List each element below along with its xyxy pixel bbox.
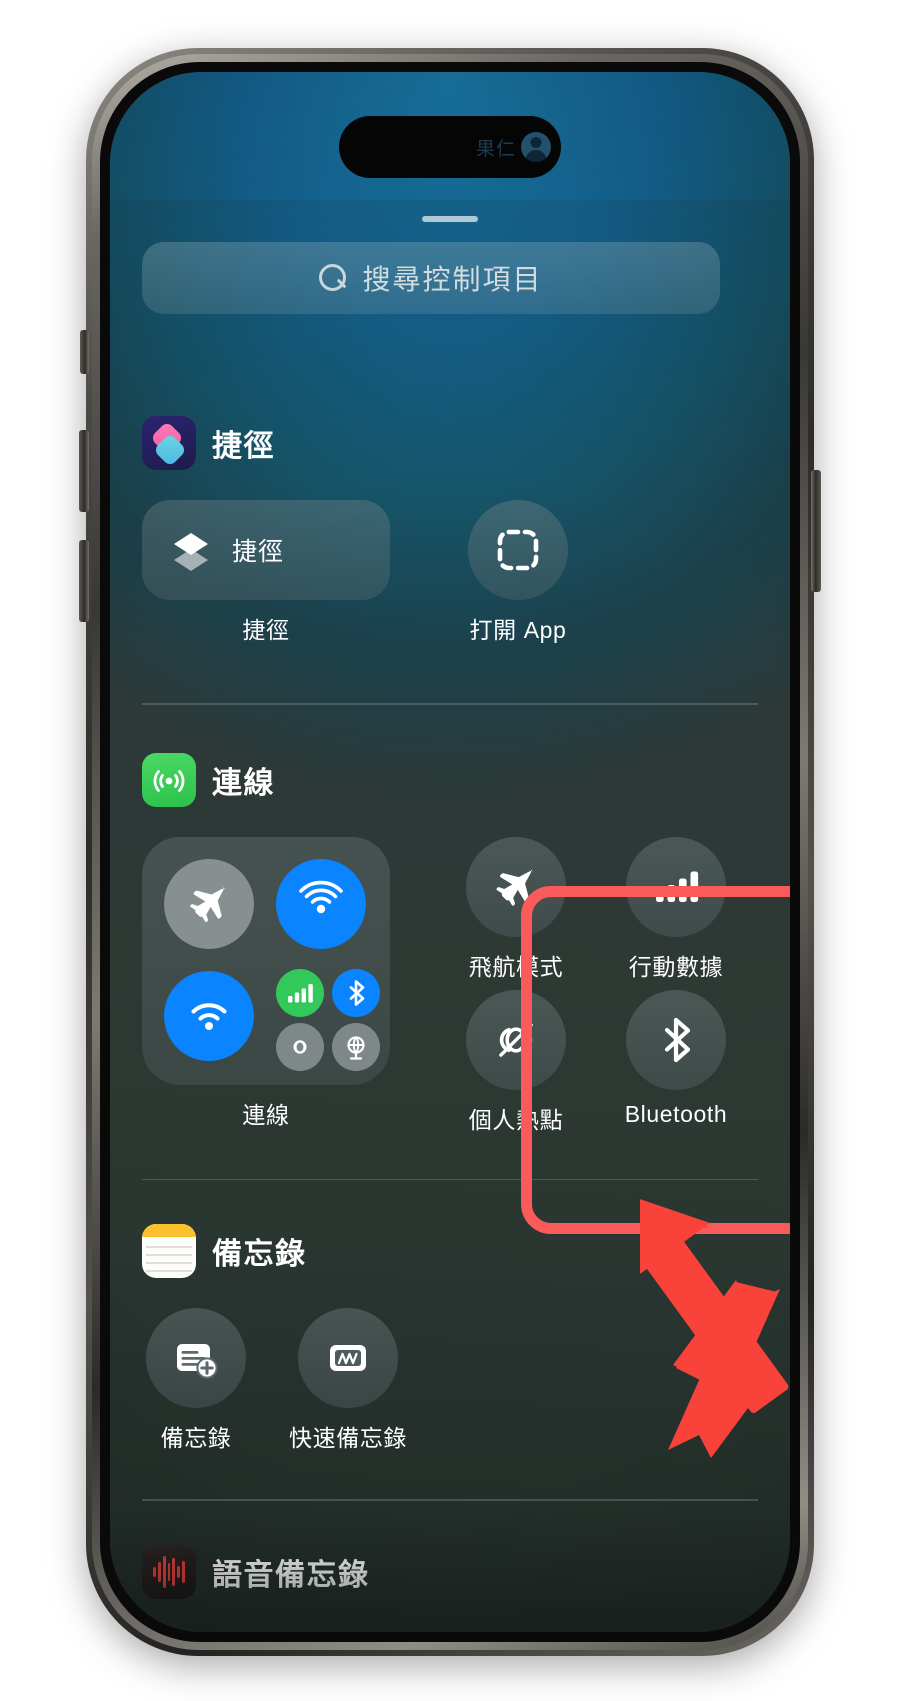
control-bluetooth-label: Bluetooth xyxy=(624,1100,728,1127)
pod-wifi-toggle[interactable] xyxy=(164,970,254,1061)
sheet-grabber[interactable] xyxy=(422,216,478,222)
control-open-app[interactable]: 打開 App xyxy=(464,500,572,645)
bluetooth-icon xyxy=(664,1017,691,1062)
annotation-arrow xyxy=(640,1192,789,1458)
dynamic-island: 果仁 xyxy=(339,116,561,178)
globe-vpn-icon xyxy=(347,1035,365,1060)
connectivity-individual-controls: 飛航模式 行動數據 個人熱點 Bluetooth xyxy=(448,836,744,1135)
connectivity-app-icon xyxy=(142,752,196,807)
shortcuts-stack-icon xyxy=(174,533,208,571)
control-quick-note-button[interactable] xyxy=(298,1308,398,1408)
hotspot-link-icon xyxy=(293,1039,307,1054)
power-button[interactable] xyxy=(811,470,821,592)
section-title-voice-memos: 語音備忘錄 xyxy=(212,1558,370,1592)
volume-up-button[interactable] xyxy=(79,430,89,512)
control-bluetooth-button[interactable] xyxy=(626,989,726,1090)
quick-note-icon xyxy=(330,1345,366,1371)
section-title-notes: 備忘錄 xyxy=(212,1238,307,1271)
control-open-app-button[interactable] xyxy=(468,500,568,600)
search-icon xyxy=(319,263,348,293)
airplane-icon xyxy=(190,886,226,922)
airdrop-icon xyxy=(299,880,343,913)
shortcuts-app-icon xyxy=(142,416,196,470)
control-new-note-button[interactable] xyxy=(146,1308,246,1408)
control-airplane-mode-button[interactable] xyxy=(466,836,566,937)
search-controls-field[interactable]: 搜尋控制項目 xyxy=(142,242,720,314)
control-cellular-data[interactable]: 行動數據 xyxy=(622,836,730,982)
control-cellular-data-label: 行動數據 xyxy=(628,953,724,980)
hotspot-link-slash-icon xyxy=(499,1022,533,1057)
pod-vpn-toggle[interactable] xyxy=(332,1022,380,1071)
divider-3 xyxy=(142,1499,758,1501)
notes-app-icon xyxy=(142,1224,196,1278)
control-open-app-label: 打開 App xyxy=(469,617,567,643)
pod-airplane-toggle[interactable] xyxy=(164,858,254,949)
control-quick-note[interactable]: 快速備忘錄 xyxy=(289,1308,406,1453)
control-bluetooth[interactable]: Bluetooth xyxy=(622,989,730,1135)
control-personal-hotspot[interactable]: 個人熱點 xyxy=(462,989,570,1135)
shortcuts-controls-row: 捷徑 捷徑 打開 App xyxy=(110,500,790,645)
phone-screen: 果仁 搜尋控制項目 捷徑 捷徑 捷徑 打開 App 連線 連線 飛航模式 行動數… xyxy=(110,72,790,1632)
wifi-icon xyxy=(191,1002,227,1030)
control-new-note-label: 備忘錄 xyxy=(160,1425,232,1451)
control-shortcuts-tile-label: 捷徑 xyxy=(232,538,285,566)
watermark-avatar-icon xyxy=(521,132,551,162)
control-shortcuts-label: 捷徑 xyxy=(242,617,290,643)
control-personal-hotspot-button[interactable] xyxy=(466,989,566,1090)
open-app-dashed-square-icon xyxy=(497,529,539,571)
section-header-voice-memos: 語音備忘錄 xyxy=(110,1544,790,1599)
watermark-text: 果仁 xyxy=(475,138,516,160)
pod-bluetooth-toggle[interactable] xyxy=(332,968,380,1017)
connectivity-pod-wrap: 連線 xyxy=(142,836,390,1130)
airplane-icon xyxy=(496,868,534,906)
control-connectivity-pod[interactable] xyxy=(142,836,390,1085)
control-connectivity-pod-label: 連線 xyxy=(242,1101,290,1128)
screenshot-root: 果仁 搜尋控制項目 捷徑 捷徑 捷徑 打開 App 連線 連線 飛航模式 行動數… xyxy=(0,0,900,1701)
control-shortcuts-tile[interactable]: 捷徑 xyxy=(142,500,390,600)
control-personal-hotspot-label: 個人熱點 xyxy=(468,1106,564,1133)
search-placeholder: 搜尋控制項目 xyxy=(362,264,543,295)
section-header-connectivity: 連線 xyxy=(110,752,790,807)
new-note-plus-icon xyxy=(177,1344,218,1379)
control-cellular-data-button[interactable] xyxy=(626,836,726,937)
pod-hotspot-toggle[interactable] xyxy=(276,1022,324,1071)
control-new-note[interactable]: 備忘錄 xyxy=(142,1308,250,1453)
section-title-shortcuts: 捷徑 xyxy=(212,430,275,463)
cellular-bars-icon xyxy=(656,871,699,902)
silent-switch[interactable] xyxy=(80,330,89,374)
divider-1 xyxy=(142,703,758,705)
shortcut-tile-wrap: 捷徑 捷徑 xyxy=(142,500,390,645)
section-title-connectivity: 連線 xyxy=(212,766,275,800)
cellular-bars-icon xyxy=(288,983,313,1002)
control-airplane-mode-label: 飛航模式 xyxy=(468,953,564,980)
section-header-shortcuts: 捷徑 xyxy=(110,416,790,470)
volume-down-button[interactable] xyxy=(79,540,89,622)
control-quick-note-label: 快速備忘錄 xyxy=(289,1425,407,1451)
bluetooth-icon xyxy=(349,979,365,1006)
control-airplane-mode[interactable]: 飛航模式 xyxy=(462,836,570,982)
voice-memos-app-icon xyxy=(142,1544,196,1599)
pod-cellular-toggle[interactable] xyxy=(276,968,324,1017)
connectivity-controls-row: 連線 飛航模式 行動數據 個人熱點 Bluetooth xyxy=(110,836,790,1135)
pod-airdrop-toggle[interactable] xyxy=(276,858,366,949)
